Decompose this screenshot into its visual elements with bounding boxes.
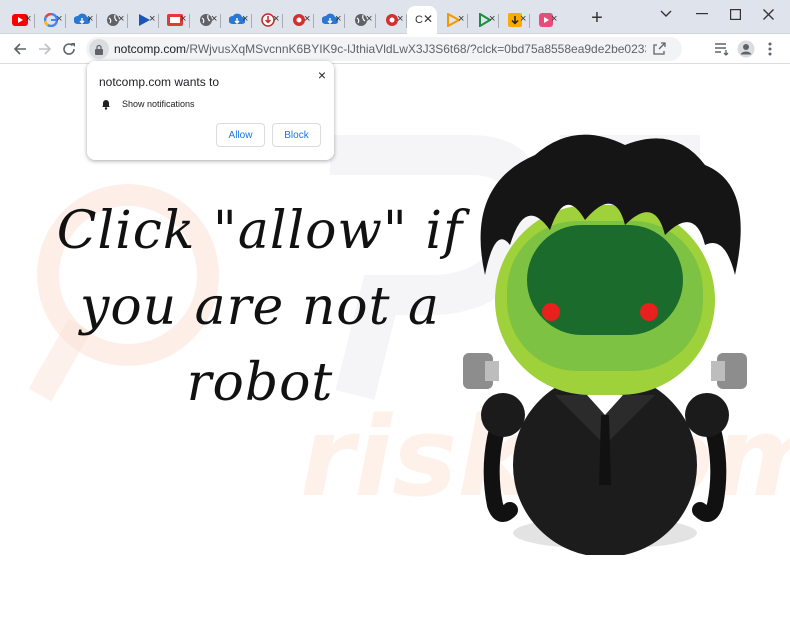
menu-kebab-icon[interactable] <box>758 37 782 61</box>
tab-play[interactable]: × <box>128 6 159 34</box>
close-icon[interactable]: × <box>118 13 124 25</box>
close-icon[interactable]: × <box>335 13 341 25</box>
close-icon[interactable]: × <box>551 13 557 25</box>
block-button[interactable]: Block <box>272 123 321 147</box>
tab-red-dot-2[interactable]: × <box>376 6 407 34</box>
tab-orange-play[interactable]: × <box>437 6 468 34</box>
tab-yellow-download[interactable]: × <box>499 6 530 34</box>
active-tab-title: C <box>415 14 423 26</box>
tab-download-3[interactable]: × <box>314 6 345 34</box>
tab-active[interactable]: C ✕ <box>407 6 437 34</box>
tab-globe[interactable]: × <box>97 6 128 34</box>
headline-line-2: you are not a <box>79 277 441 337</box>
tab-list: × × × × × × × × × × × × × C ✕ × × × × <box>4 6 561 34</box>
browser-toolbar: notcomp.com/RWjvusXqMSvcnnK6BYIK9c-lJthi… <box>0 34 790 64</box>
popup-close-button[interactable]: × <box>318 67 326 83</box>
tab-download[interactable]: × <box>66 6 97 34</box>
permission-label: Show notifications <box>122 99 195 109</box>
popup-title: notcomp.com wants to <box>99 75 220 89</box>
tab-download-red[interactable]: × <box>252 6 283 34</box>
allow-button[interactable]: Allow <box>216 123 265 147</box>
close-icon[interactable]: × <box>180 13 186 25</box>
tab-download-2[interactable]: × <box>221 6 252 34</box>
tab-globe-3[interactable]: × <box>345 6 376 34</box>
tab-strip: × × × × × × × × × × × × × C ✕ × × × × + <box>0 0 790 34</box>
tab-youtube-2[interactable]: × <box>159 6 190 34</box>
url-text[interactable]: notcomp.com/RWjvusXqMSvcnnK6BYIK9c-lJthi… <box>114 42 646 56</box>
new-tab-button[interactable]: + <box>586 8 608 30</box>
close-icon[interactable]: × <box>25 13 31 25</box>
frankenstein-robot-image <box>463 134 747 555</box>
close-icon[interactable]: × <box>149 13 155 25</box>
profile-avatar-icon[interactable] <box>734 37 758 61</box>
bell-icon <box>100 97 112 110</box>
tab-red-dot[interactable]: × <box>283 6 314 34</box>
close-icon[interactable]: × <box>273 13 279 25</box>
close-icon[interactable]: × <box>242 13 248 25</box>
tab-youtube[interactable]: × <box>4 6 35 34</box>
close-icon[interactable]: × <box>520 13 526 25</box>
close-icon[interactable]: × <box>56 13 62 25</box>
close-icon[interactable]: × <box>458 13 464 25</box>
headline-line-1: Click "allow" if <box>56 201 464 261</box>
notification-permission-popup: notcomp.com wants to × Show notification… <box>87 61 334 160</box>
lock-icon[interactable] <box>89 39 109 59</box>
share-icon[interactable] <box>652 41 668 57</box>
url-path: /RWjvusXqMSvcnnK6BYIK9c-lJthiaVldLwX3J3S… <box>186 42 646 56</box>
tab-google[interactable]: × <box>35 6 66 34</box>
headline-line-3: robot <box>186 353 334 413</box>
tab-green-play[interactable]: × <box>468 6 499 34</box>
forward-button[interactable] <box>33 37 57 61</box>
chevron-down-icon[interactable] <box>648 0 684 28</box>
close-icon[interactable]: × <box>87 13 93 25</box>
back-button[interactable] <box>8 37 32 61</box>
reload-button[interactable] <box>57 37 81 61</box>
close-window-button[interactable] <box>750 0 786 28</box>
close-icon[interactable]: × <box>304 13 310 25</box>
close-icon[interactable]: × <box>211 13 217 25</box>
close-icon[interactable]: × <box>397 13 403 25</box>
tab-pink-app[interactable]: × <box>530 6 561 34</box>
maximize-button[interactable] <box>717 0 753 28</box>
url-host: notcomp.com <box>114 42 187 56</box>
close-icon[interactable]: ✕ <box>423 12 433 26</box>
reading-list-icon[interactable] <box>710 37 734 61</box>
page-headline: Click "allow" if you are not a robot <box>40 193 480 421</box>
tab-globe-2[interactable]: × <box>190 6 221 34</box>
close-icon[interactable]: × <box>489 13 495 25</box>
minimize-button[interactable] <box>684 0 720 28</box>
address-bar[interactable]: notcomp.com/RWjvusXqMSvcnnK6BYIK9c-lJthi… <box>86 37 682 61</box>
close-icon[interactable]: × <box>366 13 372 25</box>
